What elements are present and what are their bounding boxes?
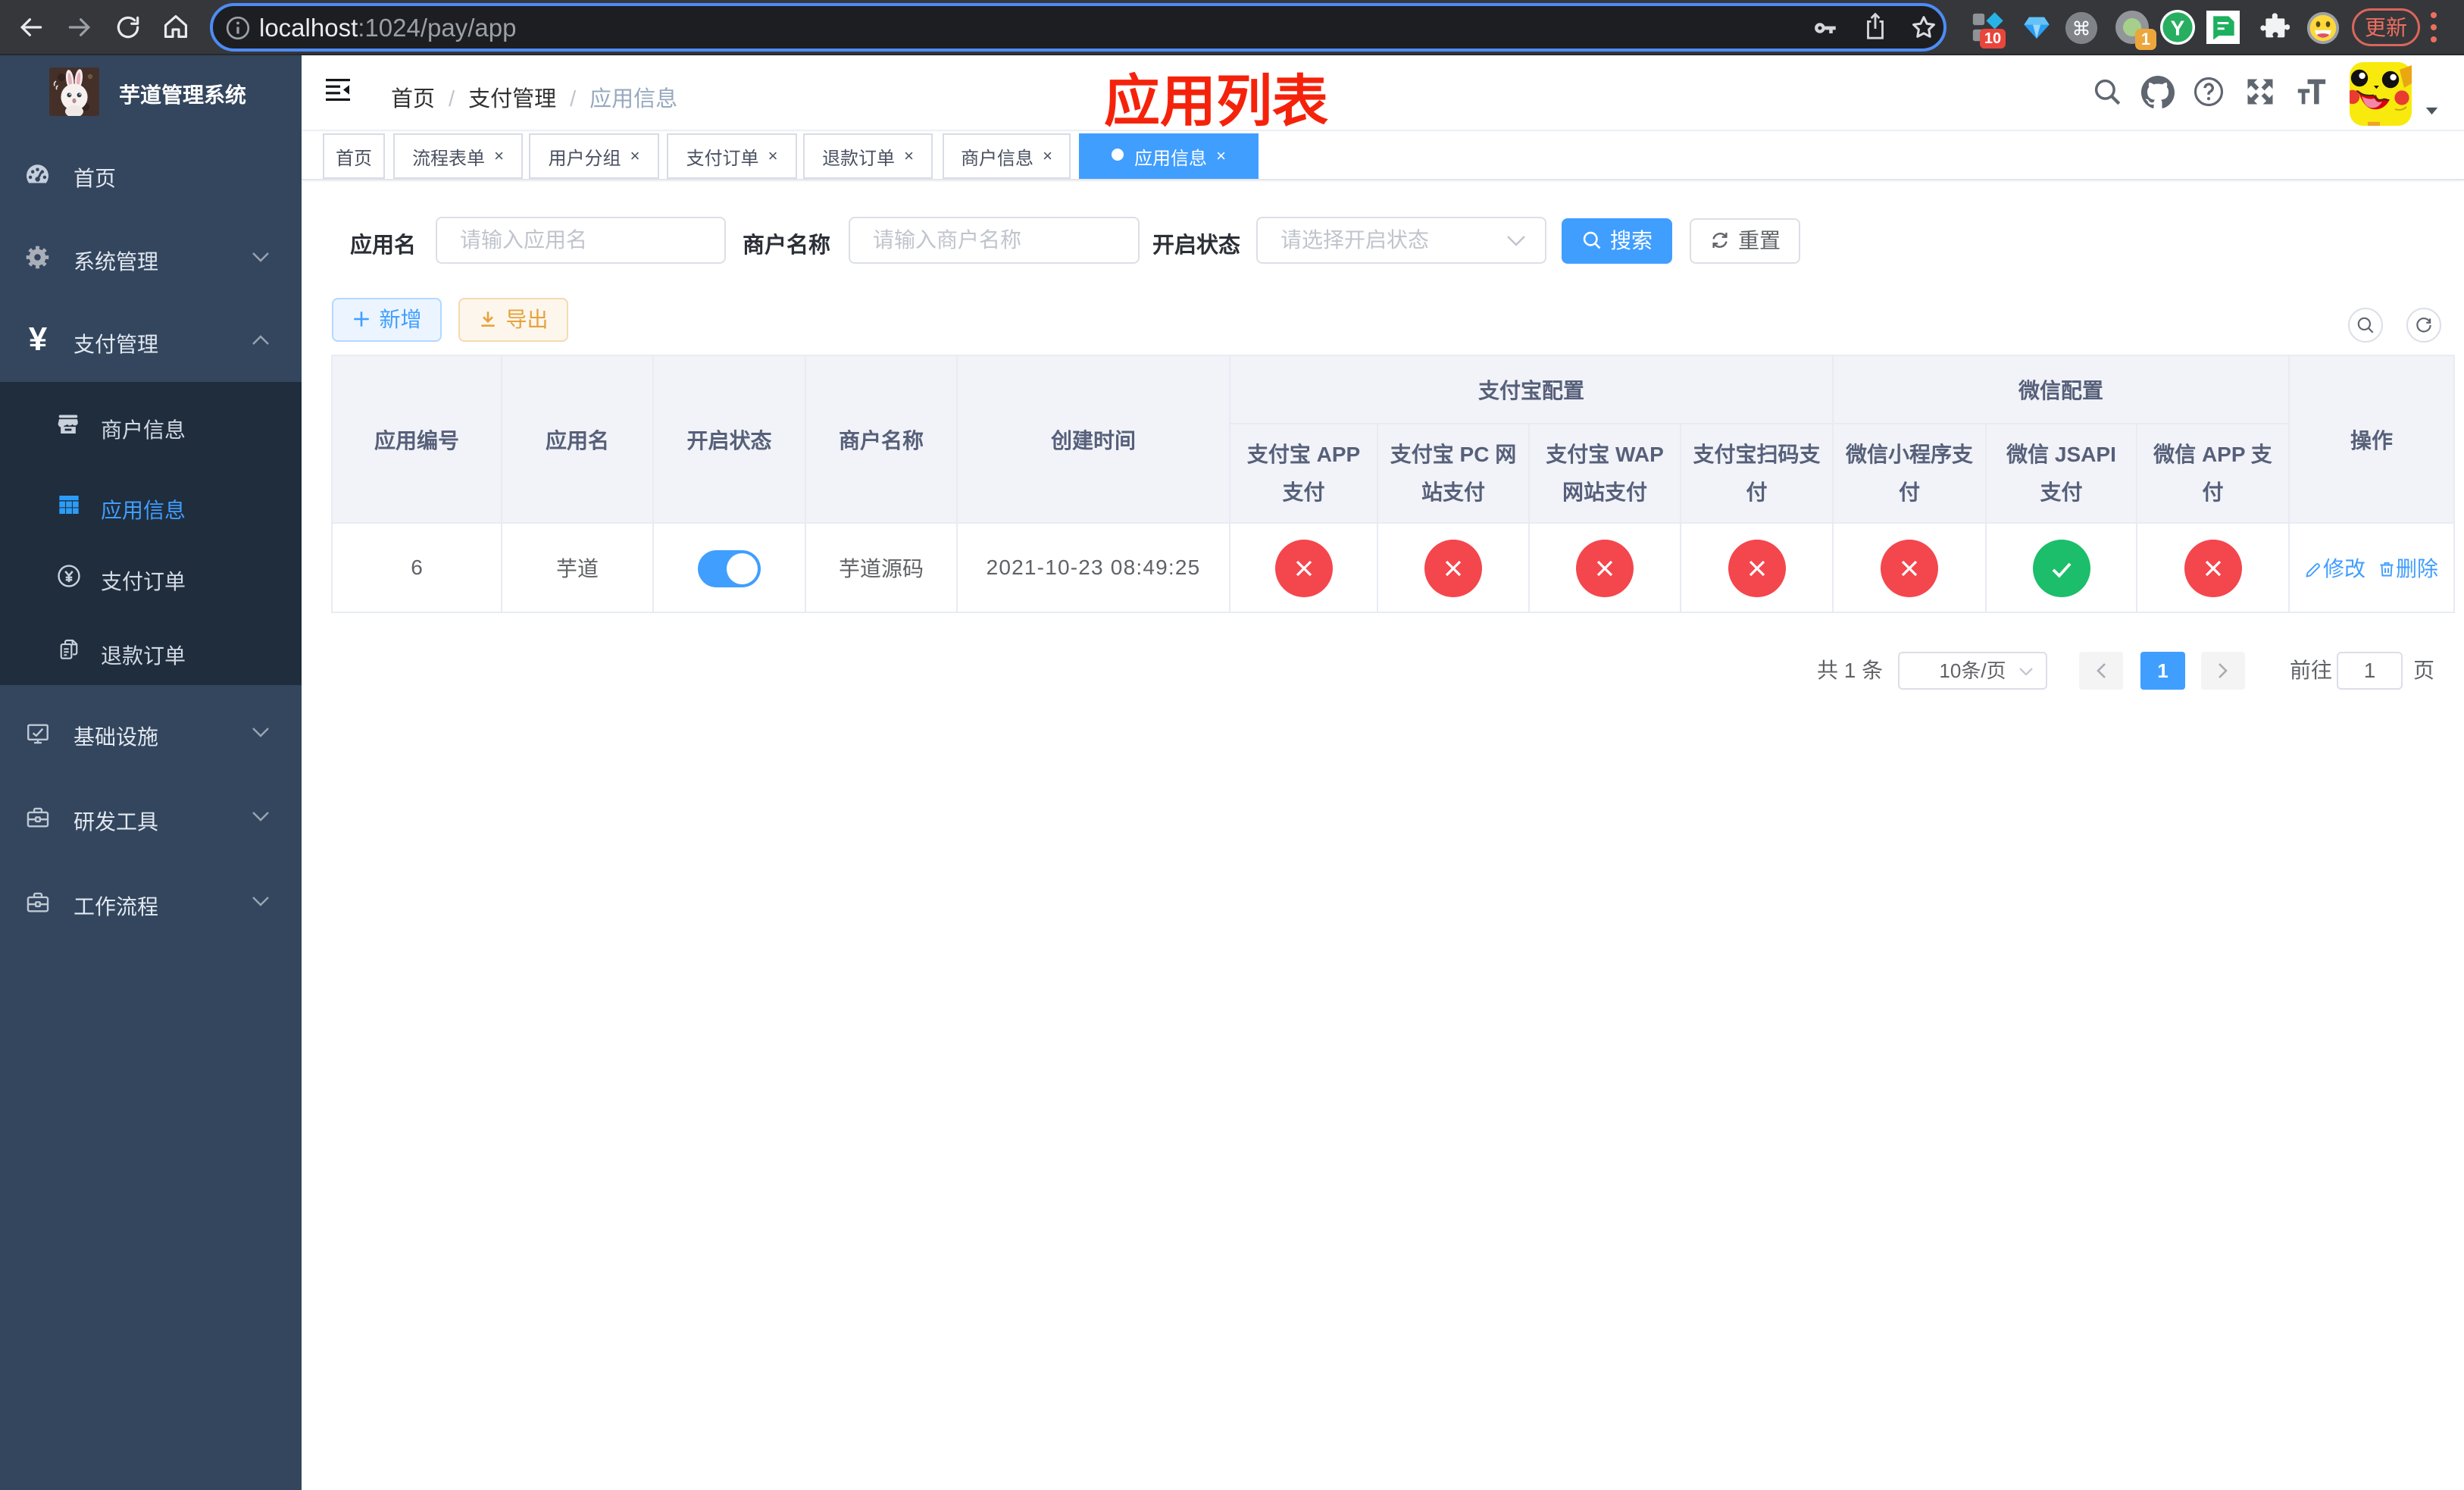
svg-text:⌘: ⌘: [2072, 19, 2091, 40]
svg-text:Y: Y: [2171, 16, 2185, 39]
